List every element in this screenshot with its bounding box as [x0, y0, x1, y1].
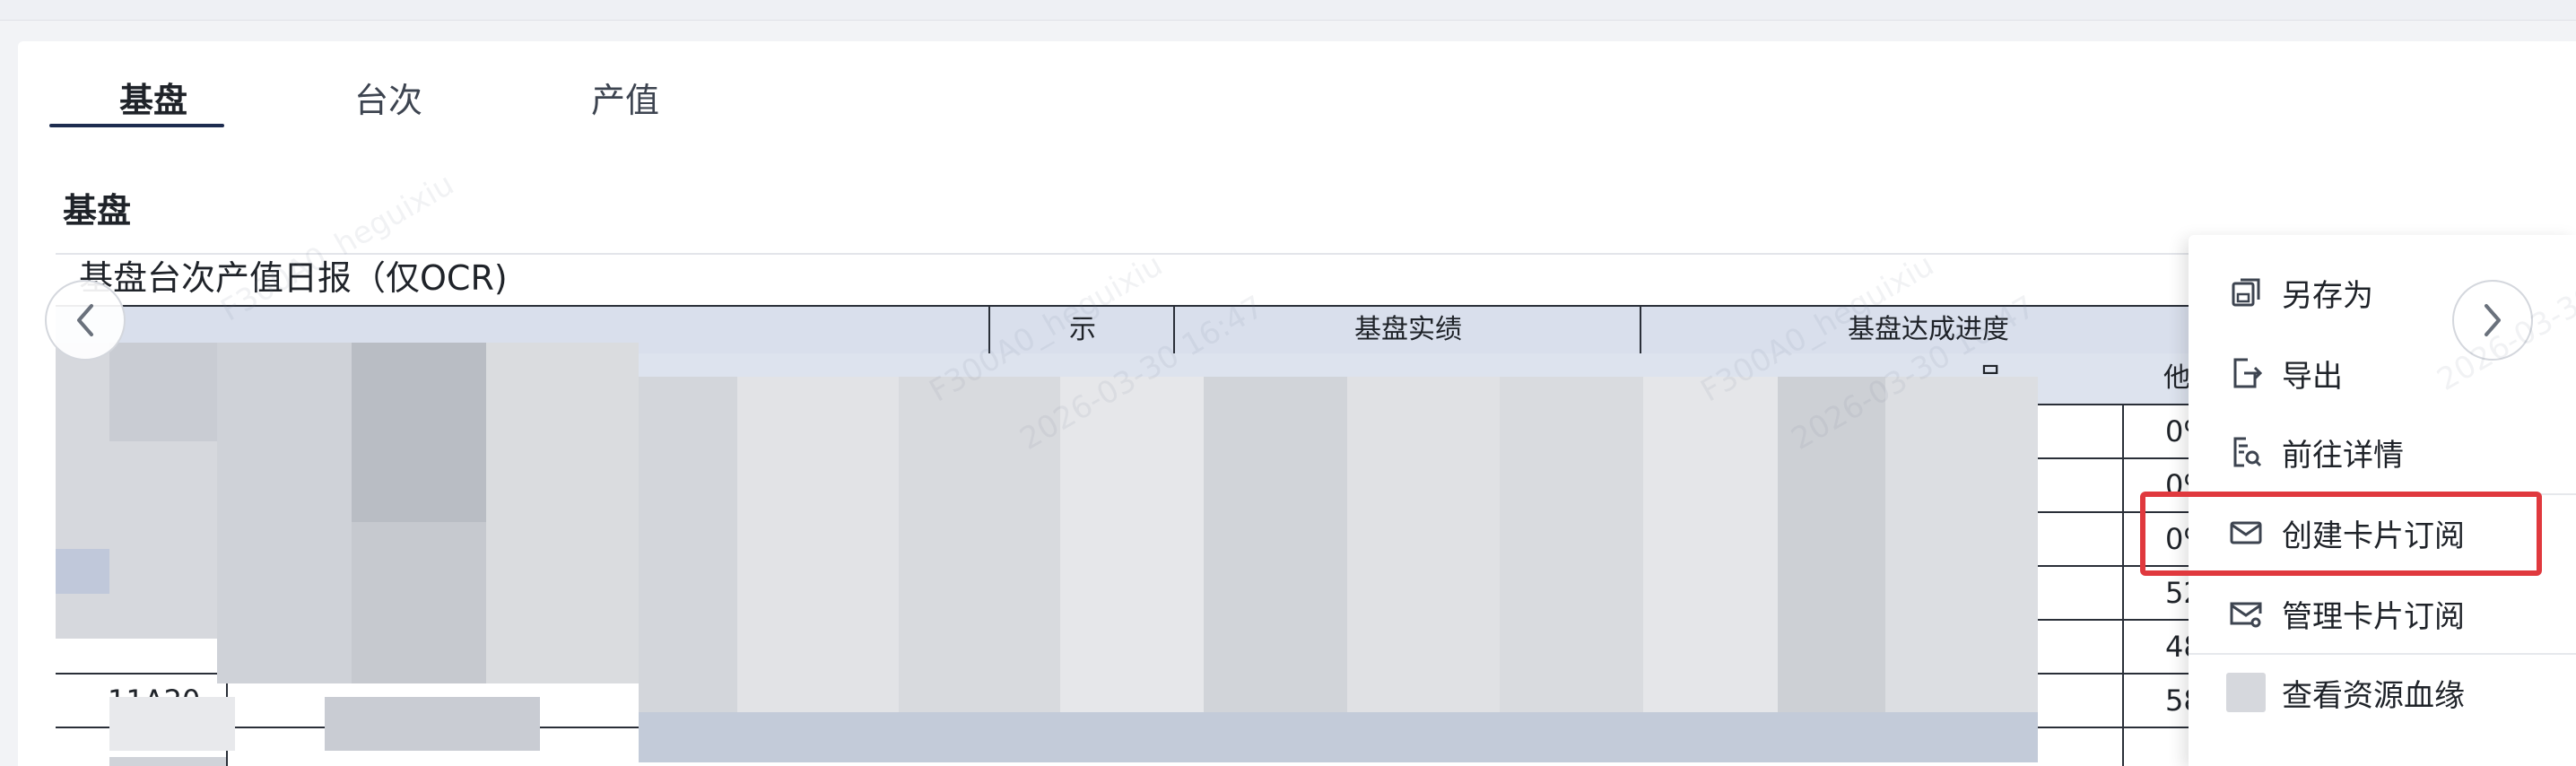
- lineage-icon: [2226, 673, 2266, 712]
- chevron-left-icon: [77, 304, 93, 336]
- mail-settings-icon: [2226, 594, 2266, 633]
- top-bar: [0, 0, 2576, 21]
- detail-icon: [2226, 432, 2266, 472]
- active-tab-indicator: [49, 124, 224, 127]
- menu-item-manage-card-subscription[interactable]: 管理卡片订阅: [2189, 576, 2576, 651]
- next-arrow-button[interactable]: [2452, 280, 2533, 361]
- chevron-right-icon: [2485, 304, 2501, 336]
- section-title: 基盘: [63, 191, 132, 231]
- save-as-icon: [2226, 273, 2266, 312]
- redacted-mosaic: [56, 343, 2065, 766]
- tab-units[interactable]: 台次: [354, 74, 422, 127]
- tab-output-value[interactable]: 产值: [591, 74, 659, 127]
- highlight-box: [2140, 492, 2542, 576]
- export-icon: [2226, 353, 2266, 393]
- menu-item-go-to-detail[interactable]: 前往详情: [2189, 414, 2576, 490]
- report-table[interactable]: 基盘台次产值日报（仅OCR) 示 基盘实绩 基盘达成进度 品 他品 0% 0% …: [56, 253, 2262, 766]
- report-title: 基盘台次产值日报（仅OCR): [79, 258, 508, 298]
- menu-item-view-resource-lineage[interactable]: 查看资源血缘: [2189, 655, 2576, 730]
- tab-basedisk[interactable]: 基盘: [119, 74, 187, 127]
- prev-arrow-button[interactable]: [45, 280, 126, 361]
